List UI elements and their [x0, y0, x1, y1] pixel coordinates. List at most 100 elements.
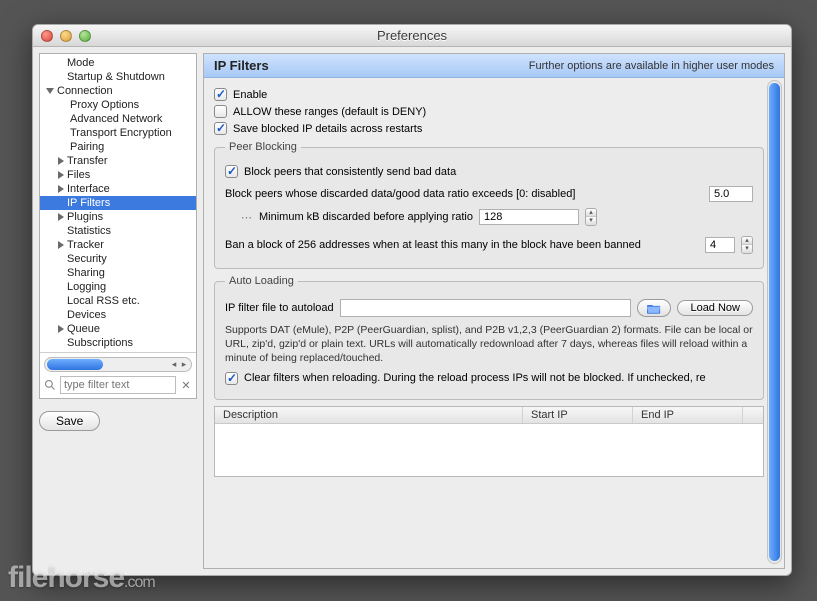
autoload-help-text: Supports DAT (eMule), P2P (PeerGuardian,… — [225, 323, 753, 366]
sidebar-item-transfer[interactable]: Transfer — [40, 154, 196, 168]
filters-table: Description Start IP End IP — [214, 406, 764, 477]
watermark-text: filehorse — [8, 561, 124, 594]
scroll-right-icon[interactable]: ▸ — [179, 360, 189, 370]
enable-label: Enable — [233, 89, 267, 101]
vertical-scrollbar[interactable] — [767, 80, 782, 564]
category-tree[interactable]: ModeStartup & ShutdownConnectionProxy Op… — [40, 54, 196, 352]
sidebar-item-label: Sharing — [67, 267, 105, 279]
sidebar-item-label: Statistics — [67, 225, 111, 237]
table-buttons: Add — [214, 485, 764, 505]
table-body[interactable] — [215, 424, 763, 476]
preferences-window: Preferences ModeStartup & ShutdownConnec… — [32, 24, 792, 576]
stepper-down-icon[interactable]: ▾ — [586, 217, 596, 225]
search-icon — [44, 379, 56, 391]
stepper-up-icon[interactable]: ▴ — [742, 237, 752, 245]
sidebar-item-label: Connection — [57, 85, 113, 97]
autoload-file-input[interactable] — [340, 299, 632, 317]
sidebar-item-security[interactable]: Security — [40, 252, 196, 266]
sidebar-item-subscriptions[interactable]: Subscriptions — [40, 336, 196, 350]
sidebar-item-local-rss-etc-[interactable]: Local RSS etc. — [40, 294, 196, 308]
sidebar-item-label: Transport Encryption — [70, 127, 172, 139]
save-button[interactable]: Save — [39, 411, 100, 431]
sidebar-item-pairing[interactable]: Pairing — [40, 140, 196, 154]
sidebar-item-advanced-network[interactable]: Advanced Network — [40, 112, 196, 126]
block-bad-data-checkbox[interactable] — [225, 165, 238, 178]
panel-title: IP Filters — [214, 58, 269, 73]
ban-block-label: Ban a block of 256 addresses when at lea… — [225, 239, 641, 251]
col-end-ip[interactable]: End IP — [633, 407, 743, 423]
stepper-down-icon[interactable]: ▾ — [742, 245, 752, 253]
sidebar-item-plugins[interactable]: Plugins — [40, 210, 196, 224]
disclosure-closed-icon[interactable] — [58, 171, 64, 179]
folder-icon — [647, 303, 661, 314]
watermark: filehorse.com — [8, 561, 155, 595]
sidebar-item-interface[interactable]: Interface — [40, 182, 196, 196]
browse-button[interactable] — [637, 299, 671, 317]
sidebar-item-statistics[interactable]: Statistics — [40, 224, 196, 238]
ratio-input[interactable] — [709, 186, 753, 202]
allow-ranges-label: ALLOW these ranges (default is DENY) — [233, 106, 426, 118]
sidebar-item-label: Queue — [67, 323, 100, 335]
sidebar-item-label: Subscriptions — [67, 337, 133, 349]
load-now-button[interactable]: Load Now — [677, 300, 753, 316]
sidebar-item-label: Transfer — [67, 155, 108, 167]
col-description[interactable]: Description — [215, 407, 523, 423]
ratio-label: Block peers whose discarded data/good da… — [225, 188, 575, 200]
clear-filter-icon[interactable]: ✕ — [180, 379, 192, 392]
disclosure-open-icon[interactable] — [46, 88, 54, 94]
sidebar-item-files[interactable]: Files — [40, 168, 196, 182]
auto-loading-legend: Auto Loading — [225, 275, 298, 287]
peer-blocking-fieldset: Peer Blocking Block peers that consisten… — [214, 141, 764, 269]
titlebar: Preferences — [33, 25, 791, 47]
sidebar-item-devices[interactable]: Devices — [40, 308, 196, 322]
sidebar-bottom: ◂ ▸ ✕ — [40, 352, 196, 398]
scroll-left-icon[interactable]: ◂ — [169, 360, 179, 370]
main-panel: IP Filters Further options are available… — [203, 53, 785, 569]
min-kb-input[interactable] — [479, 209, 579, 225]
filter-input[interactable] — [60, 376, 176, 394]
sidebar-item-label: Tracker — [67, 239, 104, 251]
min-kb-label: Minimum kB discarded before applying rat… — [259, 211, 473, 223]
sidebar-item-label: Security — [67, 253, 107, 265]
sidebar-item-connection[interactable]: Connection — [40, 84, 196, 98]
save-blocked-checkbox[interactable] — [214, 122, 227, 135]
sidebar-item-transport-encryption[interactable]: Transport Encryption — [40, 126, 196, 140]
sidebar-item-mode[interactable]: Mode — [40, 56, 196, 70]
disclosure-closed-icon[interactable] — [58, 157, 64, 165]
ban-block-stepper[interactable]: ▴▾ — [741, 236, 753, 254]
scrollbar-thumb[interactable] — [769, 83, 780, 561]
ban-block-input[interactable] — [705, 237, 735, 253]
minimize-icon[interactable] — [60, 30, 72, 42]
enable-checkbox[interactable] — [214, 88, 227, 101]
sidebar-item-label: Files — [67, 169, 90, 181]
sidebar-item-tracker[interactable]: Tracker — [40, 238, 196, 252]
stepper-up-icon[interactable]: ▴ — [586, 209, 596, 217]
table-header: Description Start IP End IP — [215, 407, 763, 424]
horizontal-scrollbar[interactable]: ◂ ▸ — [44, 357, 192, 372]
allow-ranges-checkbox[interactable] — [214, 105, 227, 118]
sidebar-item-label: Local RSS etc. — [67, 295, 140, 307]
autoload-file-label: IP filter file to autoload — [225, 302, 334, 314]
zoom-icon[interactable] — [79, 30, 91, 42]
sidebar-item-label: Logging — [67, 281, 106, 293]
clear-filters-label: Clear filters when reloading. During the… — [244, 372, 706, 384]
disclosure-closed-icon[interactable] — [58, 241, 64, 249]
disclosure-closed-icon[interactable] — [58, 213, 64, 221]
save-blocked-label: Save blocked IP details across restarts — [233, 123, 422, 135]
sidebar-item-proxy-options[interactable]: Proxy Options — [40, 98, 196, 112]
disclosure-closed-icon[interactable] — [58, 325, 64, 333]
sidebar-item-startup-shutdown[interactable]: Startup & Shutdown — [40, 70, 196, 84]
disclosure-closed-icon[interactable] — [58, 185, 64, 193]
sidebar-item-ip-filters[interactable]: IP Filters — [40, 196, 196, 210]
window-title: Preferences — [33, 28, 791, 43]
panel-subtitle: Further options are available in higher … — [529, 60, 774, 72]
clear-filters-checkbox[interactable] — [225, 372, 238, 385]
col-start-ip[interactable]: Start IP — [523, 407, 633, 423]
sidebar-item-logging[interactable]: Logging — [40, 280, 196, 294]
min-kb-stepper[interactable]: ▴▾ — [585, 208, 597, 226]
sidebar-item-label: Pairing — [70, 141, 104, 153]
close-icon[interactable] — [41, 30, 53, 42]
sidebar-item-sharing[interactable]: Sharing — [40, 266, 196, 280]
sidebar-item-queue[interactable]: Queue — [40, 322, 196, 336]
scrollbar-thumb[interactable] — [47, 359, 103, 370]
